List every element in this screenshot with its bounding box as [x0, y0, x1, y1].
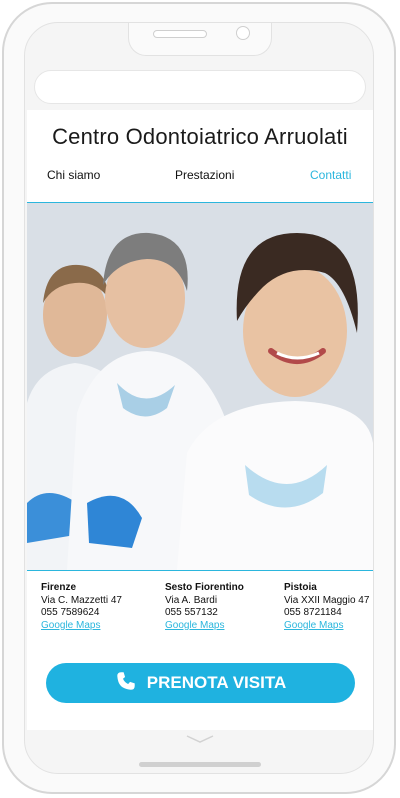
- nav-chi-siamo[interactable]: Chi siamo: [47, 168, 100, 182]
- phone-notch: [128, 23, 272, 56]
- speaker-grille: [153, 30, 207, 38]
- location-address: Via C. Mazzetti 47: [41, 594, 122, 606]
- home-indicator[interactable]: [139, 762, 261, 767]
- location-city: Sesto Fiorentino: [165, 582, 244, 593]
- location-firenze: Firenze Via C. Mazzetti 47 055 7589624 G…: [41, 582, 122, 632]
- prenota-visita-label: PRENOTA VISITA: [146, 673, 287, 692]
- prenota-visita-button[interactable]: PRENOTA VISITA: [46, 663, 355, 703]
- location-city: Firenze: [41, 582, 77, 593]
- nav-contatti[interactable]: Contatti: [310, 168, 351, 182]
- nav-prestazioni[interactable]: Prestazioni: [175, 168, 234, 182]
- location-phone[interactable]: 055 557132: [165, 607, 244, 620]
- location-city: Pistoia: [284, 582, 317, 593]
- chevron-down-icon[interactable]: [185, 734, 215, 744]
- location-pistoia: Pistoia Via XXII Maggio 47 055 8721184 G…: [284, 582, 369, 632]
- google-maps-link-pistoia[interactable]: Google Maps: [284, 620, 343, 631]
- hero-image-dentists: [27, 202, 373, 571]
- front-camera: [236, 26, 250, 40]
- web-page: Centro Odontoiatrico Arruolati Chi siamo…: [27, 110, 373, 743]
- location-address: Via A. Bardi: [165, 594, 218, 606]
- location-sesto-fiorentino: Sesto Fiorentino Via A. Bardi 055 557132…: [165, 582, 244, 632]
- location-address: Via XXII Maggio 47: [284, 594, 370, 606]
- site-title: Centro Odontoiatrico Arruolati: [52, 124, 348, 149]
- location-phone[interactable]: 055 7589624: [41, 607, 122, 620]
- browser-address-bar[interactable]: [34, 70, 366, 104]
- dentists-photo: [27, 203, 373, 570]
- location-phone[interactable]: 055 8721184: [284, 607, 369, 620]
- google-maps-link-sesto[interactable]: Google Maps: [165, 620, 224, 631]
- google-maps-link-firenze[interactable]: Google Maps: [41, 620, 100, 631]
- phone-icon: [115, 670, 137, 697]
